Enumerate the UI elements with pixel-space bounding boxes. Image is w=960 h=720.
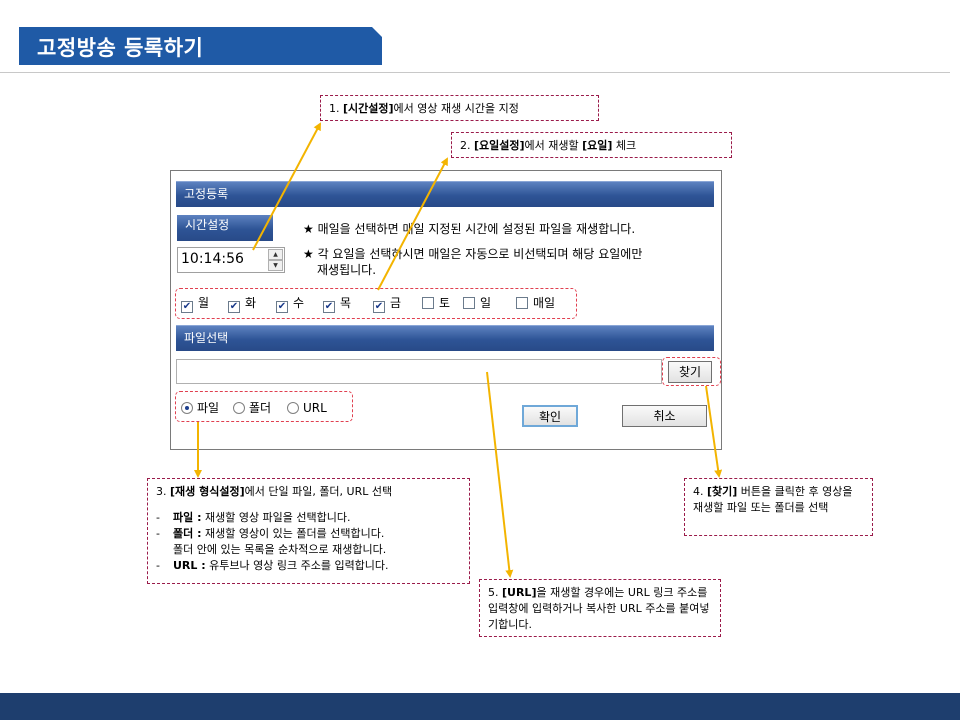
page-title-tab: 고정방송 등록하기	[19, 27, 382, 65]
callout-dash: -	[156, 527, 160, 540]
cancel-button[interactable]: 취소	[622, 405, 707, 427]
callout-dash: -	[156, 511, 160, 524]
callout-keyword: [재생 형식설정]	[170, 485, 245, 498]
note-daily: ★ 매일을 선택하면 매일 지정된 시간에 설정된 파일을 재생합니다.	[303, 222, 636, 236]
note-weekday-cont: 재생됩니다.	[317, 263, 377, 277]
page-title: 고정방송 등록하기	[37, 36, 204, 60]
callout-text: 에서 영상 재생 시간을 지정	[393, 102, 519, 115]
spin-up-button[interactable]: ▲	[268, 249, 283, 260]
highlight-browse	[662, 357, 721, 386]
file-select-header: 파일선택	[176, 325, 714, 351]
callout-item: - URL : 유투브나 영상 링크 주소를 입력합니다.	[156, 558, 461, 574]
schedule-notes: ★ 매일을 선택하면 매일 지정된 시간에 설정된 파일을 재생합니다. ★ 각…	[303, 221, 642, 278]
cancel-label: 취소	[653, 409, 676, 423]
callout-keyword: [요일]	[582, 139, 613, 152]
callout-day-setting: 2. [요일설정]에서 재생할 [요일] 체크	[451, 132, 732, 158]
callout-number: 5.	[488, 586, 499, 599]
callout-keyword: [요일설정]	[474, 139, 525, 152]
callout-number: 1.	[329, 102, 340, 115]
highlight-days	[175, 288, 577, 319]
callout-text: 재생할 영상이 있는 폴더를 선택합니다.	[201, 527, 385, 540]
note-weekday: ★ 각 요일을 선택하시면 매일은 자동으로 비선택되며 해당 요일에만	[303, 247, 643, 261]
callout-text: 폴더 안에 있는 목록을 순차적으로 재생합니다.	[173, 543, 387, 556]
callout-number: 3.	[156, 485, 167, 498]
spin-down-button[interactable]: ▼	[268, 260, 283, 271]
ok-button[interactable]: 확인	[522, 405, 578, 427]
callout-browse: 4. [찾기] 버튼을 클릭한 후 영상을 재생할 파일 또는 폴더를 선택	[684, 478, 873, 536]
dialog-header-label: 고정등록	[184, 187, 229, 201]
callout-keyword: [시간설정]	[343, 102, 394, 115]
time-setting-label: 시간설정	[185, 218, 230, 232]
callout-item: - 폴더 : 재생할 영상이 있는 폴더를 선택합니다.	[156, 526, 461, 542]
highlight-radios	[175, 391, 353, 422]
callout-number: 4.	[693, 485, 704, 498]
callout-keyword: URL :	[173, 559, 206, 572]
callout-keyword: 폴더 :	[173, 527, 202, 540]
time-spinbox[interactable]: 10:14:56 ▲ ▼	[177, 247, 285, 273]
callout-text: 에서 재생할	[524, 139, 583, 152]
file-path-input[interactable]	[176, 359, 662, 384]
callout-keyword: 파일 :	[173, 511, 202, 524]
callout-text: 유투브나 영상 링크 주소를 입력합니다.	[205, 559, 389, 572]
callout-text: 에서 단일 파일, 폴더, URL 선택	[244, 485, 393, 498]
callout-url: 5. [URL]을 재생할 경우에는 URL 링크 주소를 입력창에 입력하거나…	[479, 579, 721, 637]
title-divider	[0, 72, 950, 73]
callout-text: 체크	[612, 139, 637, 152]
callout-keyword: [찾기]	[707, 485, 738, 498]
callout-keyword: [URL]	[502, 586, 537, 599]
callout-number: 2.	[460, 139, 471, 152]
ok-label: 확인	[538, 410, 562, 424]
callout-text: 재생할 영상 파일을 선택합니다.	[201, 511, 351, 524]
callout-item: 폴더 안에 있는 목록을 순차적으로 재생합니다.	[156, 542, 461, 558]
callout-playback-format: 3. [재생 형식설정]에서 단일 파일, 폴더, URL 선택 - 파일 : 재…	[147, 478, 470, 584]
callout-dash: -	[156, 559, 160, 572]
time-setting-tab: 시간설정	[177, 215, 273, 241]
footer-bar	[0, 693, 960, 720]
callout-item: - 파일 : 재생할 영상 파일을 선택합니다.	[156, 510, 461, 526]
callout-time-setting: 1. [시간설정]에서 영상 재생 시간을 지정	[320, 95, 599, 121]
dialog-header: 고정등록	[176, 181, 714, 207]
file-select-label: 파일선택	[184, 331, 229, 345]
time-value: 10:14:56	[181, 251, 244, 267]
